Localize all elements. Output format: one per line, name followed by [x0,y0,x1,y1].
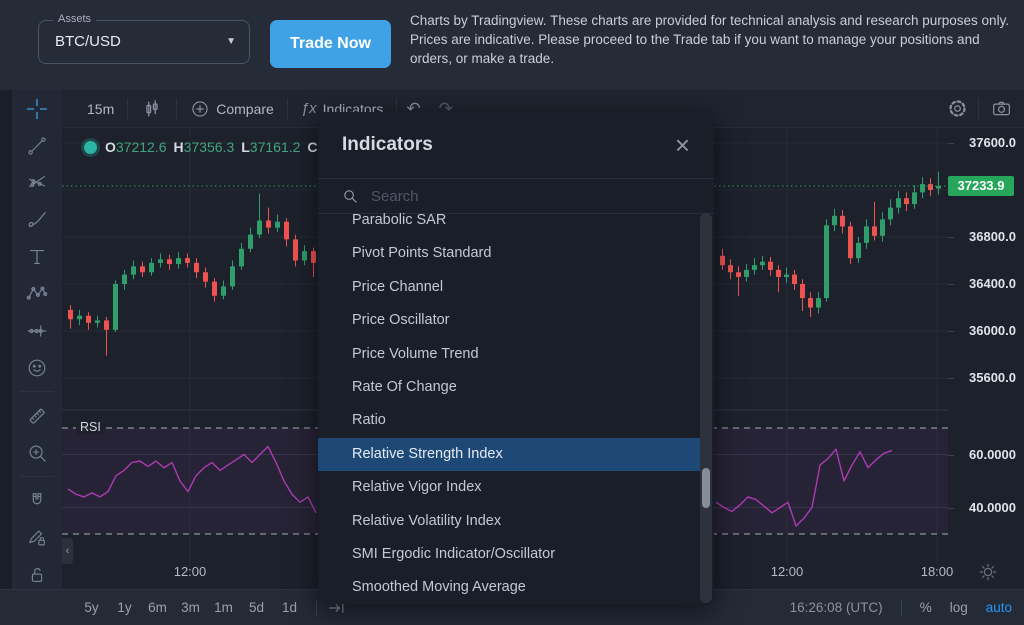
price-axis-label: 35600.0 [969,370,1016,385]
tool-ruler-icon[interactable] [12,397,62,434]
range-1y[interactable]: 1y [108,600,141,615]
scrollbar-track[interactable] [700,213,712,603]
high-value: 37356.3 [184,139,235,155]
indicator-item[interactable]: SMI Ergodic Indicator/Oscillator [318,538,700,571]
log-scale-button[interactable]: log [950,600,968,615]
low-letter: L [241,139,250,155]
range-3m[interactable]: 3m [174,600,207,615]
tool-crosshair-icon[interactable] [12,90,62,127]
axis-tick [948,378,954,379]
indicator-item[interactable]: Price Oscillator [318,304,700,337]
drawing-toolbar [12,90,62,590]
time-axis-label: 12:00 [174,564,207,579]
indicator-item[interactable]: Parabolic SAR [318,213,700,237]
collapse-sidebar-handle[interactable]: ‹ [62,538,73,564]
open-value: 37212.6 [116,139,167,155]
indicator-search-input[interactable] [369,187,690,206]
indicator-item[interactable]: Price Volume Trend [318,338,700,371]
indicator-item[interactable]: Relative Vigor Index [318,471,700,504]
trade-now-button[interactable]: Trade Now [270,20,391,68]
indicators-modal: Indicators × Parabolic SARPivot Points S… [318,112,714,604]
search-icon [342,188,359,205]
open-letter: O [105,139,116,155]
modal-header: Indicators × [318,112,714,179]
price-axis-label: 36000.0 [969,323,1016,338]
tool-magnet-icon[interactable] [12,482,62,519]
indicator-item[interactable]: Relative Strength Index [318,438,700,471]
trading-app: Assets BTC/USD ▼ Trade Now Charts by Tra… [0,0,1024,625]
modal-title: Indicators [342,134,433,156]
indicator-item[interactable]: Price Channel [318,271,700,304]
asset-selector[interactable]: Assets BTC/USD ▼ [38,20,250,64]
axis-tick [948,284,954,285]
indicator-item[interactable]: Pivot Points Standard [318,237,700,270]
price-axis-label: 37600.0 [969,135,1016,150]
tool-xabcd-pattern-icon[interactable] [12,275,62,312]
tool-projection-icon[interactable] [12,312,62,349]
range-6m[interactable]: 6m [141,600,174,615]
tool-drawing-lock-icon[interactable] [12,519,62,556]
indicator-item[interactable]: Relative Volatility Index [318,505,700,538]
current-price-badge: 37233.9 [948,176,1014,196]
indicator-list: Parabolic SARPivot Points StandardPrice … [318,213,714,604]
range-1d[interactable]: 1d [273,600,306,615]
range-5d[interactable]: 5d [240,600,273,615]
tool-multi-line-icon[interactable] [12,164,62,201]
chevron-down-icon: ▼ [226,21,236,63]
axis-tick [948,508,954,509]
axis-tick [948,237,954,238]
axis-tick [948,455,954,456]
series-dot-icon[interactable] [84,141,97,154]
scrollbar-thumb[interactable] [702,468,710,508]
tool-trend-line-icon[interactable] [12,127,62,164]
tool-brush-icon[interactable] [12,201,62,238]
price-axis-label: 40.0000 [969,500,1016,515]
price-axis-label: 60.0000 [969,447,1016,462]
asset-selector-value: BTC/USD [55,21,121,63]
price-axis-label: 36400.0 [969,276,1016,291]
axis-tick [948,143,954,144]
high-letter: H [174,139,184,155]
bottom-separator [901,600,902,616]
percent-scale-button[interactable]: % [920,600,932,615]
search-bar[interactable] [318,179,714,214]
range-1m[interactable]: 1m [207,600,240,615]
bottom-separator [316,600,317,616]
timezone-sun-icon[interactable] [976,560,1000,589]
disclaimer-text: Charts by Tradingview. These charts are … [410,11,1016,68]
toolbar-divider [20,391,54,392]
time-axis-label: 12:00 [771,564,804,579]
close-letter: C [307,139,317,155]
auto-scale-button[interactable]: auto [986,600,1012,615]
indicator-item[interactable]: Rate Of Change [318,371,700,404]
toolbar-divider [20,476,54,477]
range-5y[interactable]: 5y [75,600,108,615]
ohlc-legend: O37212.6 H37356.3 L37161.2 C [84,139,318,155]
tool-zoom-in-icon[interactable] [12,434,62,471]
indicator-item[interactable]: Ratio [318,404,700,437]
tool-unlock-icon[interactable] [12,556,62,590]
close-icon[interactable]: × [675,135,690,155]
top-header: Assets BTC/USD ▼ Trade Now Charts by Tra… [0,0,1024,90]
indicator-item[interactable]: Smoothed Moving Average [318,571,700,604]
rsi-pane-label: RSI [76,420,105,434]
tool-text-icon[interactable] [12,238,62,275]
axis-tick [948,331,954,332]
price-axis-label: 36800.0 [969,229,1016,244]
range-group: 5y1y6m3m1m5d1d [0,600,306,615]
low-value: 37161.2 [250,139,301,155]
clock[interactable]: 16:26:08 (UTC) [790,600,883,615]
tool-emoji-icon[interactable] [12,349,62,386]
price-axis[interactable]: 37600.0 36800.0 36400.0 36000.0 35600.0 60.00… [948,90,1024,590]
